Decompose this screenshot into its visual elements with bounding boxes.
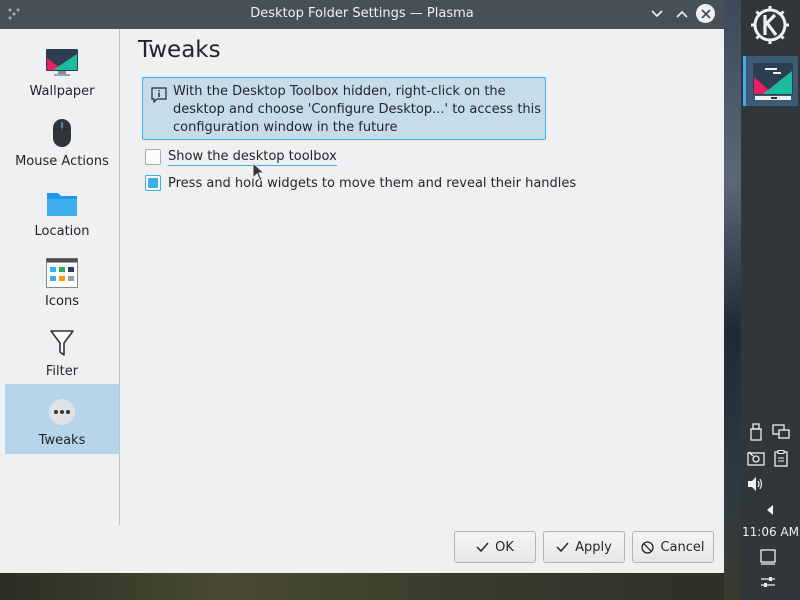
show-toolbox-checkbox[interactable] [145, 149, 161, 165]
kde-launcher-icon[interactable] [750, 5, 790, 45]
folder-icon [45, 187, 79, 219]
sidebar-item-location[interactable]: Location [5, 175, 119, 245]
icons-view-icon [45, 257, 79, 289]
desktop-settings-icon [751, 59, 795, 103]
show-toolbox-option[interactable]: Show the desktop toolbox [145, 147, 337, 167]
mouse-icon [45, 117, 79, 149]
sidebar-item-wallpaper[interactable]: Wallpaper [5, 35, 119, 105]
settings-window: Desktop Folder Settings — Plasma Wallpap… [0, 0, 724, 573]
panel-settings-icon[interactable] [759, 573, 777, 591]
desktop-background-strip [724, 0, 742, 600]
close-icon [700, 8, 711, 19]
apply-button-label: Apply [575, 539, 612, 555]
volume-icon[interactable] [747, 475, 765, 493]
sidebar-item-label: Tweaks [38, 433, 86, 448]
vault-icon[interactable] [747, 449, 765, 467]
checkmark-icon [556, 542, 569, 552]
info-message: With the Desktop Toolbox hidden, right-c… [142, 77, 546, 140]
plasma-panel [741, 0, 800, 600]
clipboard-icon[interactable] [772, 449, 790, 467]
window-titlebar[interactable]: Desktop Folder Settings — Plasma [0, 0, 724, 29]
checkmark-icon [476, 542, 489, 552]
press-hold-checkbox[interactable] [145, 175, 161, 191]
sidebar-item-label: Location [34, 224, 90, 239]
press-hold-label[interactable]: Press and hold widgets to move them and … [168, 176, 576, 191]
sidebar-item-label: Wallpaper [29, 84, 95, 99]
window-title: Desktop Folder Settings — Plasma [250, 6, 474, 21]
ok-button-label: OK [495, 539, 514, 555]
sidebar-item-icons[interactable]: Icons [5, 245, 119, 315]
ok-button[interactable]: OK [454, 531, 536, 563]
cancel-button-label: Cancel [660, 539, 705, 555]
cancel-button[interactable]: Cancel [632, 531, 714, 563]
filter-icon [45, 327, 79, 359]
mouse-cursor-icon [252, 161, 266, 182]
sidebar-item-label: Icons [45, 294, 79, 309]
sidebar-item-filter[interactable]: Filter [5, 315, 119, 385]
more-dots-icon [45, 396, 79, 428]
tray-expand-arrow-icon[interactable] [761, 501, 779, 519]
digital-clock[interactable]: 11:06 AM [741, 525, 800, 539]
press-hold-option[interactable]: Press and hold widgets to move them and … [145, 173, 576, 193]
page-title: Tweaks [138, 37, 221, 63]
usb-device-icon[interactable] [747, 423, 765, 441]
sidebar-item-label: Filter [45, 364, 79, 379]
cancel-icon [641, 540, 655, 554]
info-icon [151, 87, 167, 104]
sidebar-item-tweaks[interactable]: Tweaks [5, 384, 119, 454]
category-sidebar: Wallpaper Mouse Actions Location Icons F… [0, 29, 120, 525]
taskbar-item-desktop-settings[interactable] [743, 56, 798, 106]
show-desktop-icon[interactable] [759, 548, 777, 566]
chevron-up-icon [676, 10, 688, 18]
desktop-background [0, 572, 740, 600]
monitor-icon [45, 47, 79, 79]
network-icon[interactable] [772, 423, 790, 441]
minimize-button[interactable] [648, 5, 666, 23]
close-button[interactable] [696, 4, 715, 23]
sidebar-item-mouse-actions[interactable]: Mouse Actions [5, 105, 119, 175]
sidebar-item-label: Mouse Actions [15, 154, 109, 169]
info-message-text: With the Desktop Toolbox hidden, right-c… [173, 84, 542, 135]
apply-button[interactable]: Apply [543, 531, 625, 563]
maximize-button[interactable] [673, 5, 691, 23]
chevron-down-icon [651, 10, 663, 18]
